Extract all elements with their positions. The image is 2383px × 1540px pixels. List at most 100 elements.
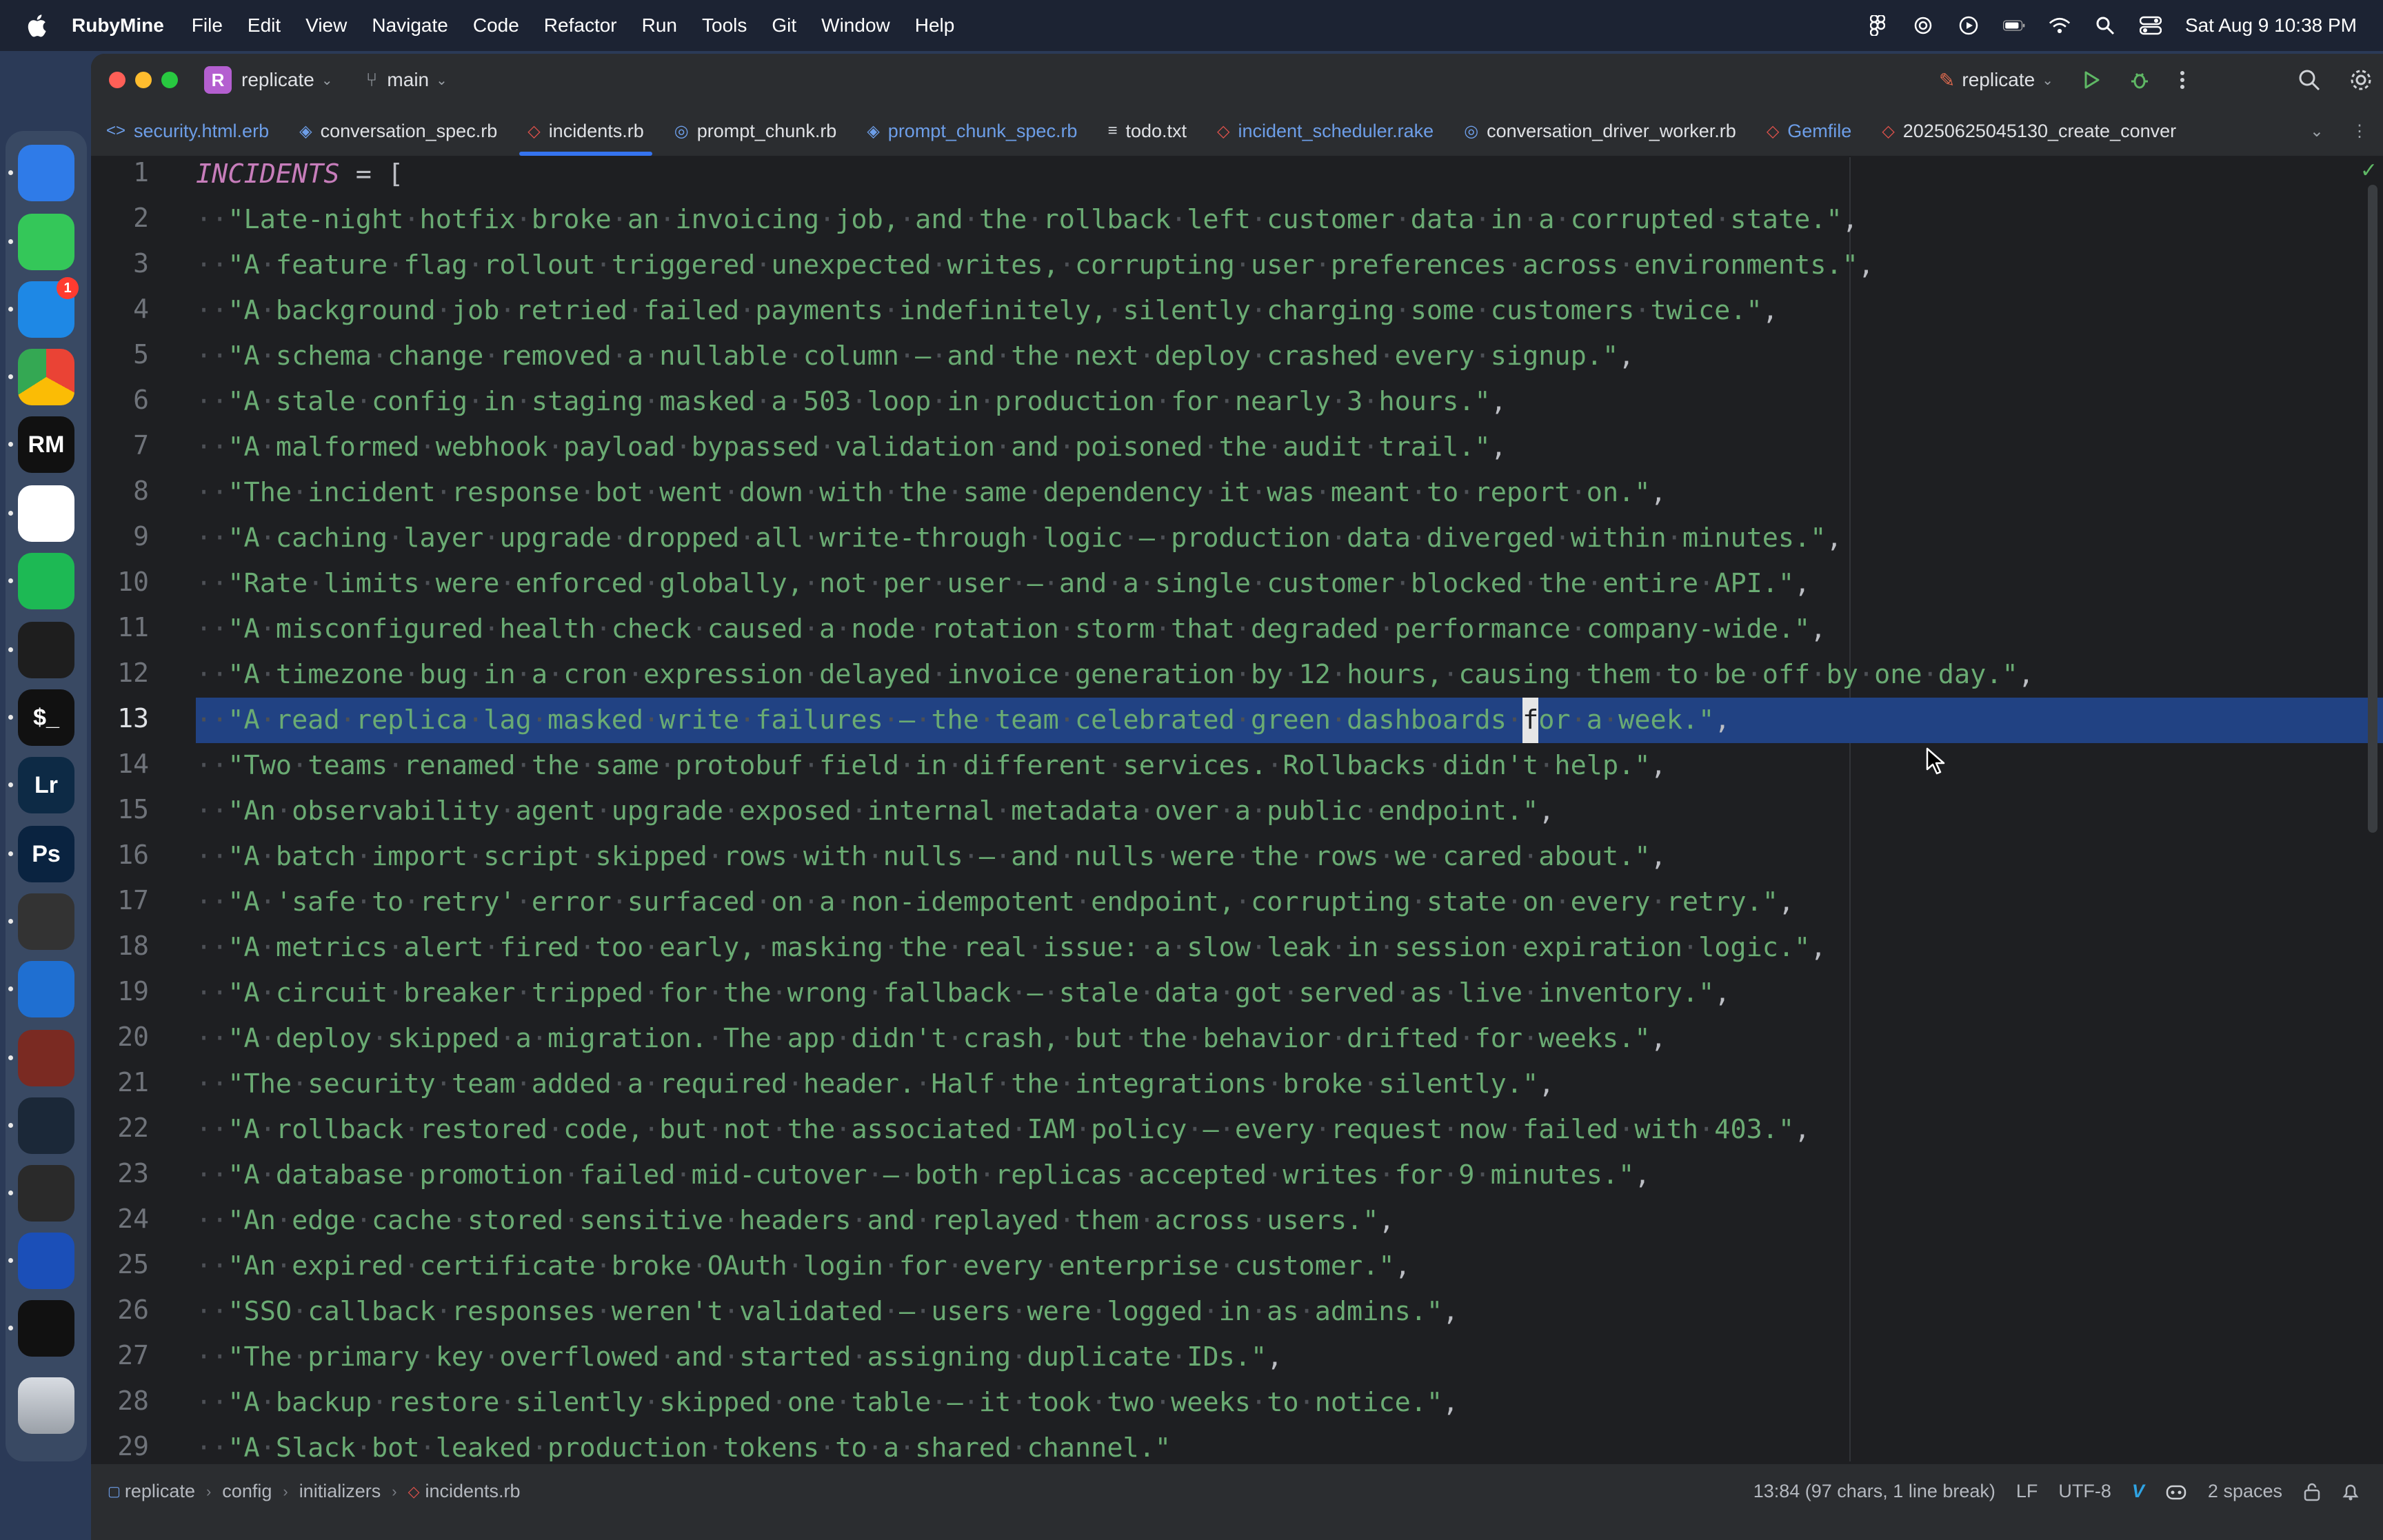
dock-final-cut-pro-icon[interactable]: [18, 893, 74, 950]
dock-brave-icon[interactable]: [18, 1030, 74, 1086]
dock-trash-icon[interactable]: [18, 1377, 74, 1434]
line-number[interactable]: 8: [91, 476, 149, 506]
editor-tab[interactable]: ◇ incident_scheduler.rake: [1202, 106, 1449, 156]
line-separator[interactable]: LF: [2016, 1481, 2038, 1502]
line-number[interactable]: 6: [91, 385, 149, 415]
code-line[interactable]: ··"Rate·limits·were·enforced·globally,·n…: [196, 561, 2383, 607]
menu-navigate[interactable]: Navigate: [372, 14, 448, 37]
code-line[interactable]: ··"A·metrics·alert·fired·too·early,·mask…: [196, 925, 2383, 971]
code-line[interactable]: ··"SSO·callback·responses·weren't·valida…: [196, 1289, 2383, 1335]
line-number[interactable]: 7: [91, 430, 149, 460]
code-line[interactable]: ··"Two·teams·renamed·the·same·protobuf·f…: [196, 743, 2383, 789]
control-center-icon[interactable]: [2139, 14, 2162, 37]
line-number[interactable]: 18: [91, 931, 149, 961]
code-line[interactable]: ··"A·'safe·to·retry'·error·surfaced·on·a…: [196, 880, 2383, 925]
dock-photoshop-icon[interactable]: Ps: [18, 826, 74, 882]
dock-obs-icon[interactable]: [18, 1165, 74, 1222]
menu-code[interactable]: Code: [473, 14, 519, 37]
code-line[interactable]: ··"A·database·promotion·failed·mid-cutov…: [196, 1153, 2383, 1198]
dock-proxyman-icon[interactable]: [18, 961, 74, 1017]
more-actions-icon[interactable]: [2178, 70, 2187, 90]
line-number[interactable]: 29: [91, 1431, 149, 1461]
menu-git[interactable]: Git: [772, 14, 796, 37]
line-number[interactable]: 15: [91, 794, 149, 824]
more-tabs-icon[interactable]: ⋮: [2351, 121, 2368, 141]
dock-airmail-icon[interactable]: 1: [18, 277, 79, 338]
code-line[interactable]: ··"An·expired·certificate·broke·OAuth·lo…: [196, 1244, 2383, 1289]
minimize-window-button[interactable]: [135, 72, 152, 88]
line-number[interactable]: 27: [91, 1340, 149, 1370]
close-window-button[interactable]: [109, 72, 125, 88]
breadcrumb-item[interactable]: incidents.rb: [425, 1481, 520, 1502]
apple-icon[interactable]: [26, 13, 47, 38]
chevron-down-icon[interactable]: ⌄: [436, 72, 448, 89]
dock-rubymine-icon[interactable]: RM: [18, 416, 74, 473]
editor-tab[interactable]: ◇ 20250625045130_create_conver: [1867, 106, 2191, 156]
editor-tab[interactable]: ◈ conversation_spec.rb: [284, 106, 512, 156]
code-line[interactable]: ··"A·stale·config·in·staging·masked·a·50…: [196, 379, 2383, 425]
editor-tab[interactable]: ◇ incidents.rb: [512, 106, 659, 156]
project-badge[interactable]: R: [204, 66, 232, 94]
line-number[interactable]: 22: [91, 1113, 149, 1143]
line-number[interactable]: 28: [91, 1386, 149, 1416]
git-branch-icon[interactable]: ⑂: [366, 69, 378, 91]
menu-tools[interactable]: Tools: [702, 14, 747, 37]
file-encoding[interactable]: UTF-8: [2058, 1481, 2111, 1502]
spotlight-search-icon[interactable]: [2094, 14, 2116, 37]
indent-setting[interactable]: 2 spaces: [2208, 1481, 2282, 1502]
run-icon[interactable]: [2081, 70, 2102, 90]
dock-spotify-icon[interactable]: [18, 553, 74, 609]
line-number[interactable]: 20: [91, 1022, 149, 1052]
code-line[interactable]: ··"The·primary·key·overflowed·and·starte…: [196, 1335, 2383, 1380]
line-number[interactable]: 24: [91, 1204, 149, 1234]
play-status-icon[interactable]: [1958, 14, 1980, 37]
project-selector[interactable]: replicate: [241, 69, 314, 91]
dock-messages-icon[interactable]: [18, 214, 74, 270]
editor-tab[interactable]: <> security.html.erb: [91, 106, 284, 156]
search-everywhere-icon[interactable]: [2297, 68, 2321, 92]
code-line[interactable]: INCIDENTS = [: [196, 157, 2383, 197]
settings-gear-icon[interactable]: [2349, 68, 2373, 92]
editor-tab[interactable]: ◎ prompt_chunk.rb: [659, 106, 852, 156]
menu-help[interactable]: Help: [915, 14, 955, 37]
line-number[interactable]: 19: [91, 976, 149, 1006]
branch-selector[interactable]: main: [387, 69, 429, 91]
line-number-gutter[interactable]: 1 2 3 4 5 6 7 8 9 10 11 12 13 14 15 16 17 18 19 20 21 22 23 24 2…: [91, 157, 192, 1461]
line-number[interactable]: 14: [91, 749, 149, 779]
ai-assistant-icon[interactable]: [2165, 1482, 2187, 1501]
app-menu-name[interactable]: RubyMine: [72, 14, 164, 37]
code-line[interactable]: ··"A·background·job·retried·failed·payme…: [196, 288, 2383, 334]
editor-tab[interactable]: ≡ todo.txt: [1092, 106, 1202, 156]
line-number[interactable]: 12: [91, 658, 149, 688]
debug-icon[interactable]: [2129, 70, 2150, 90]
dock-chrome-icon[interactable]: [18, 349, 74, 405]
code-line[interactable]: ··"A·misconfigured·health·check·caused·a…: [196, 607, 2383, 652]
line-number[interactable]: 17: [91, 885, 149, 915]
line-number[interactable]: 23: [91, 1158, 149, 1188]
dock-steam-icon[interactable]: [18, 1097, 74, 1154]
wifi-icon[interactable]: [2049, 14, 2071, 37]
dock-lightroom-icon[interactable]: Lr: [18, 757, 74, 813]
run-configuration-selector[interactable]: ✎ replicate ⌄: [1939, 69, 2053, 92]
dock-activity-monitor-icon[interactable]: [18, 1300, 74, 1357]
editor-tab[interactable]: ◎ conversation_driver_worker.rb: [1449, 106, 1751, 156]
code-line[interactable]: ··"A·batch·import·script·skipped·rows·wi…: [196, 834, 2383, 880]
caret-position[interactable]: 13:84 (97 chars, 1 line break): [1753, 1481, 1995, 1502]
code-line[interactable]: ··"The·incident·response·bot·went·down·w…: [196, 470, 2383, 516]
code-line[interactable]: ··"A·malformed·webhook·payload·bypassed·…: [196, 425, 2383, 470]
dock-figma-icon[interactable]: [18, 622, 74, 678]
code-line[interactable]: ··"An·observability·agent·upgrade·expose…: [196, 789, 2383, 834]
menu-run[interactable]: Run: [642, 14, 677, 37]
code-line[interactable]: ··"A·backup·restore·silently·skipped·one…: [196, 1380, 2383, 1426]
code-line[interactable]: ··"A·caching·layer·upgrade·dropped·all·w…: [196, 516, 2383, 561]
line-number[interactable]: 10: [91, 567, 149, 597]
line-number[interactable]: 2: [91, 203, 149, 233]
menu-clock[interactable]: Sat Aug 9 10:38 PM: [2185, 14, 2357, 37]
zoom-window-button[interactable]: [161, 72, 178, 88]
code-line[interactable]: ··"A·feature·flag·rollout·triggered·unex…: [196, 243, 2383, 288]
dock-finder-icon[interactable]: [18, 145, 74, 201]
figma-status-icon[interactable]: [1867, 14, 1889, 37]
breadcrumb-item[interactable]: replicate: [125, 1481, 195, 1502]
line-number[interactable]: 25: [91, 1249, 149, 1279]
breadcrumb-item[interactable]: initializers: [299, 1481, 381, 1502]
